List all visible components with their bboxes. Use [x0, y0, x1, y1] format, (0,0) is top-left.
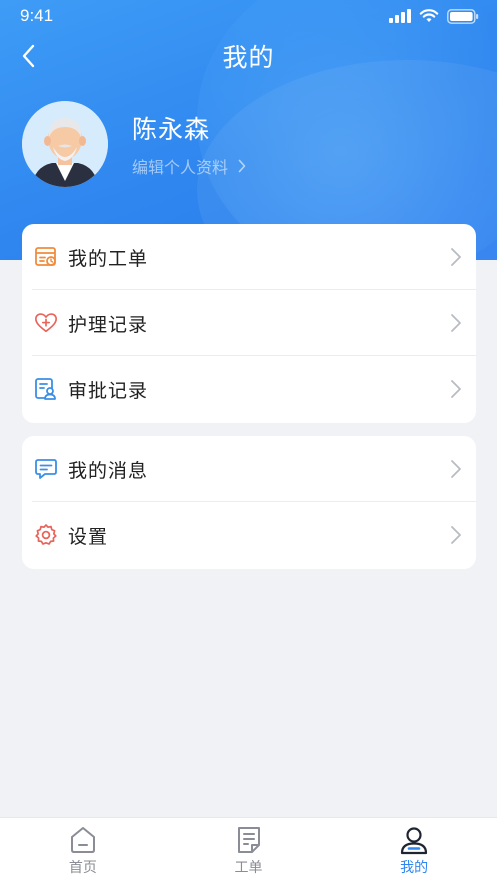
status-time: 9:41 [20, 6, 54, 25]
home-icon [70, 827, 95, 853]
menu-item-approval-records[interactable]: 审批记录 [22, 356, 476, 422]
user-name: 陈永森 [132, 115, 211, 144]
approval-record-icon [34, 377, 58, 401]
chevron-left-icon [22, 44, 35, 68]
tab-mine-label: 我的 [400, 860, 429, 876]
menu-item-my-messages[interactable]: 我的消息 [22, 436, 476, 502]
work-order-icon [34, 245, 58, 269]
document-list-icon [237, 827, 260, 853]
settings-gear-icon [34, 523, 58, 547]
tab-work-orders[interactable]: 工单 [166, 818, 332, 883]
wifi-icon [419, 9, 439, 22]
elderly-man-avatar-icon [22, 101, 108, 187]
chevron-right-icon [451, 460, 461, 478]
page-title: 我的 [222, 43, 275, 72]
edit-profile-link[interactable]: 编辑个人资料 [132, 154, 246, 178]
back-button[interactable] [14, 42, 42, 70]
chevron-right-icon [238, 159, 246, 173]
battery-icon [447, 8, 479, 24]
bottom-tab-bar: 首页 工单 我的 [0, 817, 497, 883]
chevron-right-icon [451, 526, 461, 544]
chevron-right-icon [451, 380, 461, 398]
menu-item-label: 设置 [68, 525, 109, 548]
tab-home-label: 首页 [68, 860, 97, 876]
user-profile-icon [401, 827, 428, 855]
profile-section[interactable]: 陈永森 编辑个人资料 [22, 100, 482, 188]
menu-item-label: 我的工单 [68, 247, 149, 270]
chevron-right-icon [451, 314, 461, 332]
tab-mine[interactable]: 我的 [331, 818, 497, 883]
heart-plus-icon [34, 311, 58, 335]
menu-item-label: 审批记录 [68, 379, 149, 402]
tab-work-orders-label: 工单 [234, 860, 263, 876]
tab-home[interactable]: 首页 [0, 818, 166, 883]
status-bar: 9:41 [0, 0, 497, 32]
edit-profile-label: 编辑个人资料 [132, 158, 229, 177]
avatar[interactable] [22, 101, 108, 187]
menu-item-label: 护理记录 [68, 313, 149, 336]
signal-icon [389, 9, 411, 23]
menu-card-records: 我的工单 护理记录 审批记录 [22, 224, 476, 423]
message-icon [34, 457, 58, 481]
menu-item-care-records[interactable]: 护理记录 [22, 290, 476, 356]
nav-bar: 我的 [0, 32, 497, 80]
chevron-right-icon [451, 248, 461, 266]
menu-card-general: 我的消息 设置 [22, 436, 476, 569]
menu-item-settings[interactable]: 设置 [22, 502, 476, 568]
menu-item-label: 我的消息 [68, 459, 149, 482]
menu-item-my-work-orders[interactable]: 我的工单 [22, 224, 476, 290]
